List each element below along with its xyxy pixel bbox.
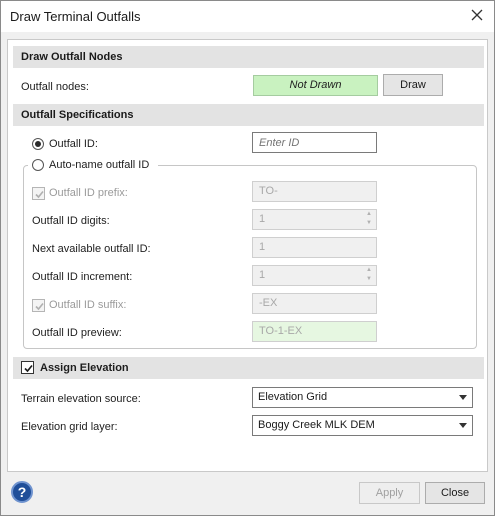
next-available-label: Next available outfall ID: xyxy=(32,243,151,255)
prefix-input[interactable]: TO- xyxy=(252,181,377,202)
grid-layer-select[interactable]: Boggy Creek MLK DEM xyxy=(252,415,473,436)
outfall-nodes-status: Not Drawn xyxy=(253,75,378,96)
outfall-id-input[interactable] xyxy=(252,132,377,153)
suffix-label: Outfall ID suffix: xyxy=(49,299,127,311)
digits-label: Outfall ID digits: xyxy=(32,215,110,227)
suffix-input[interactable]: -EX xyxy=(252,293,377,314)
digits-stepper[interactable]: 1 ▲ ▼ xyxy=(252,209,377,230)
terrain-source-label: Terrain elevation source: xyxy=(21,393,141,405)
window-title: Draw Terminal Outfalls xyxy=(10,9,141,24)
prefix-label: Outfall ID prefix: xyxy=(49,187,128,199)
digits-value: 1 xyxy=(259,213,266,225)
chevron-down-icon xyxy=(459,395,467,400)
auto-name-radio-label: Auto-name outfall ID xyxy=(49,159,150,171)
grid-layer-label: Elevation grid layer: xyxy=(21,421,118,433)
draw-button[interactable]: Draw xyxy=(383,74,443,96)
section-header-assign-elevation: Assign Elevation xyxy=(13,357,484,379)
suffix-checkbox[interactable] xyxy=(32,299,45,312)
increment-value: 1 xyxy=(259,269,266,281)
auto-name-radio[interactable] xyxy=(32,159,44,171)
terrain-source-value: Elevation Grid xyxy=(258,391,328,403)
chevron-down-icon xyxy=(459,423,467,428)
digits-spin-icon[interactable]: ▲ ▼ xyxy=(362,210,376,229)
outfall-id-radio[interactable] xyxy=(32,138,44,150)
outfall-id-radio-label: Outfall ID: xyxy=(49,138,98,150)
dialog-content: Draw Outfall Nodes Outfall nodes: Not Dr… xyxy=(7,39,488,472)
terrain-source-select[interactable]: Elevation Grid xyxy=(252,387,473,408)
increment-stepper[interactable]: 1 ▲ ▼ xyxy=(252,265,377,286)
dialog-footer: ? Apply Close xyxy=(1,475,494,515)
grid-layer-value: Boggy Creek MLK DEM xyxy=(258,419,375,431)
assign-elevation-label: Assign Elevation xyxy=(40,362,129,374)
outfall-nodes-label: Outfall nodes: xyxy=(21,81,89,93)
title-bar: Draw Terminal Outfalls xyxy=(1,1,494,32)
section-header-draw-outfall-nodes: Draw Outfall Nodes xyxy=(13,46,484,68)
increment-label: Outfall ID increment: xyxy=(32,271,133,283)
apply-button[interactable]: Apply xyxy=(359,482,420,504)
help-icon[interactable]: ? xyxy=(11,481,33,503)
increment-spin-icon[interactable]: ▲ ▼ xyxy=(362,266,376,285)
prefix-checkbox[interactable] xyxy=(32,187,45,200)
next-available-field: 1 xyxy=(252,237,377,258)
assign-elevation-checkbox[interactable] xyxy=(21,361,34,374)
section-header-outfall-specifications: Outfall Specifications xyxy=(13,104,484,126)
close-icon[interactable] xyxy=(470,8,484,22)
preview-field: TO-1-EX xyxy=(252,321,377,342)
close-button[interactable]: Close xyxy=(425,482,485,504)
dialog-window: Draw Terminal Outfalls Draw Outfall Node… xyxy=(0,0,495,516)
preview-label: Outfall ID preview: xyxy=(32,327,122,339)
